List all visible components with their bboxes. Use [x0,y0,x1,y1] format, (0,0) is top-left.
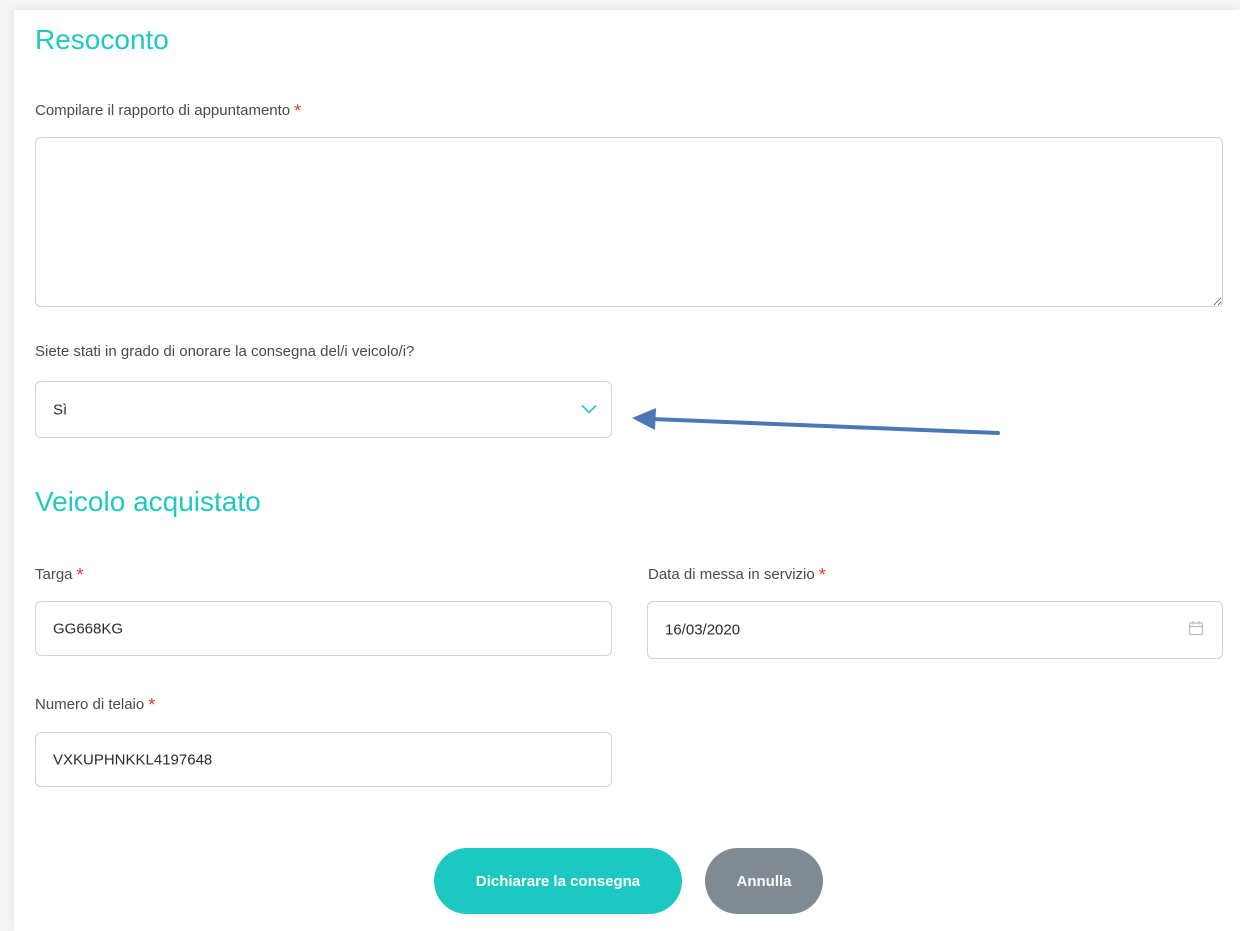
chassis-label: Numero di telaio * [35,695,155,716]
plate-label: Targa * [35,565,84,586]
plate-label-text: Targa [35,566,73,583]
declare-delivery-button[interactable]: Dichiarare la consegna [434,848,682,914]
plate-input-value: GG668KG [53,620,124,637]
required-asterisk: * [818,565,826,585]
date-input-value: 16/03/2020 [665,621,741,639]
section-title-vehicle: Veicolo acquistato [35,486,261,517]
delivery-select-value: Sì [53,401,68,418]
chassis-input[interactable]: VXKUPHNKKL4197648 [35,732,612,787]
chassis-input-value: VXKUPHNKKL4197648 [53,751,213,768]
section-title-resoconto: Resoconto [35,24,169,55]
delivery-question-label: Siete stati in grado di onorare la conse… [35,343,415,360]
cancel-button[interactable]: Annulla [705,848,823,914]
plate-input[interactable]: GG668KG [35,601,612,656]
date-label: Data di messa in servizio * [648,565,826,586]
report-textarea[interactable] [35,137,1223,307]
delivery-select[interactable]: Sì [35,381,612,438]
required-asterisk: * [294,101,302,121]
date-input[interactable]: 16/03/2020 [647,601,1223,659]
report-label-text: Compilare il rapporto di appuntamento [35,102,291,119]
required-asterisk: * [76,565,84,585]
calendar-icon[interactable] [1188,620,1204,640]
report-label: Compilare il rapporto di appuntamento * [35,101,301,122]
delivery-report-form: Resoconto Compilare il rapporto di appun… [14,10,1240,931]
chevron-down-icon[interactable] [581,401,597,418]
date-label-text: Data di messa in servizio [648,566,815,583]
required-asterisk: * [148,695,156,715]
chassis-label-text: Numero di telaio [35,696,145,713]
